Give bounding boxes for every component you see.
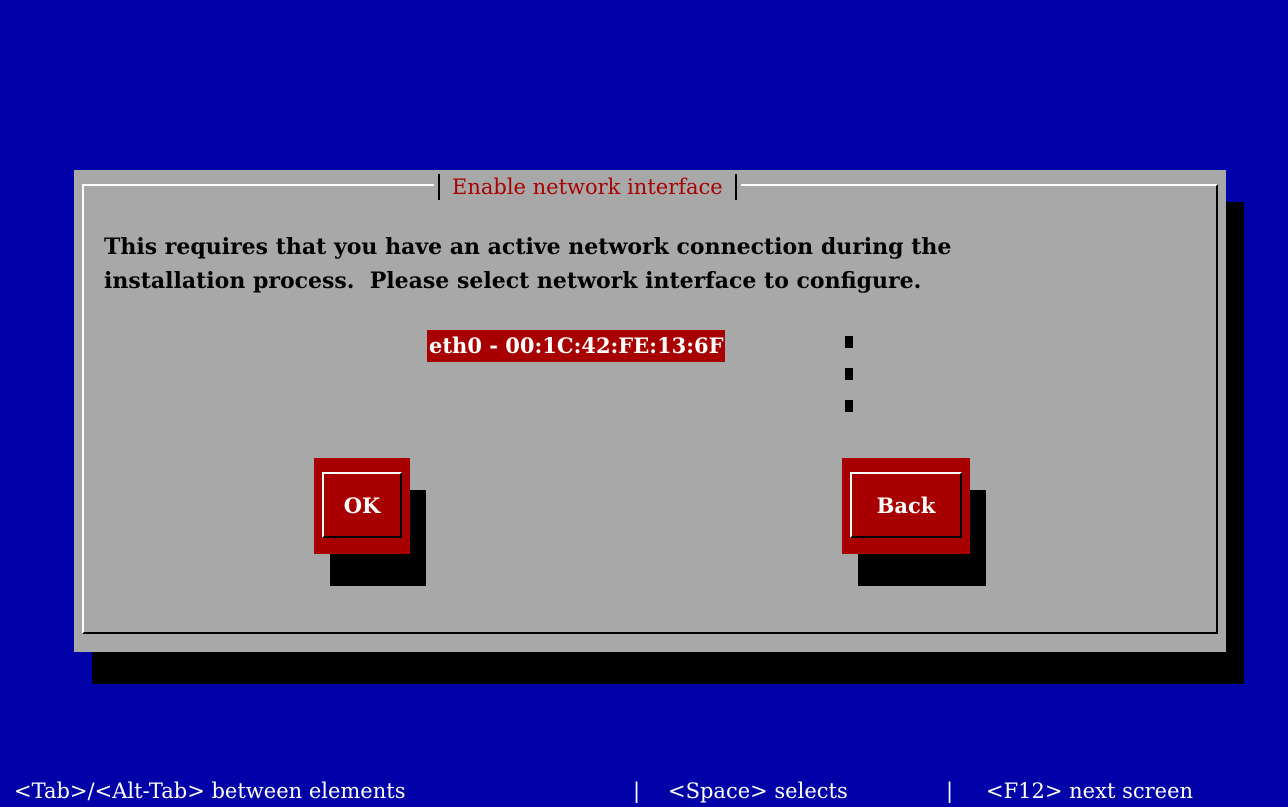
listbox-scrollbar[interactable] <box>845 336 853 426</box>
footer-hint-tab: <Tab>/<Alt-Tab> between elements <box>14 779 406 803</box>
dialog-message: This requires that you have an active ne… <box>104 230 1204 298</box>
network-interface-dialog: Enable network interface This requires t… <box>74 170 1226 652</box>
interface-listbox[interactable]: eth0 - 00:1C:42:FE:13:6F <box>427 330 857 430</box>
scrollbar-dot <box>845 400 853 412</box>
interface-item-eth0[interactable]: eth0 - 00:1C:42:FE:13:6F <box>427 330 726 362</box>
footer-separator-2: | <box>946 779 954 803</box>
message-line-1: This requires that you have an active ne… <box>104 234 952 260</box>
ok-button[interactable]: OK <box>314 458 410 554</box>
ok-button-label: OK <box>322 472 402 538</box>
footer-hint-space: <Space> selects <box>668 779 848 803</box>
footer-hint-f12: <F12> next screen <box>986 779 1194 803</box>
scrollbar-dot <box>845 368 853 380</box>
help-footer: <Tab>/<Alt-Tab> between elements | <Spac… <box>0 776 1288 807</box>
message-line-2: installation process. Please select netw… <box>104 268 922 294</box>
installer-screen: { "dialog": { "title": "Enable network i… <box>0 0 1288 807</box>
title-right-divider <box>734 174 737 200</box>
scrollbar-dot <box>845 336 853 348</box>
back-button[interactable]: Back <box>842 458 970 554</box>
dialog-title: Enable network interface <box>452 175 723 199</box>
dialog-title-bar: Enable network interface <box>434 172 741 202</box>
back-button-label: Back <box>850 472 962 538</box>
footer-separator-1: | <box>633 779 641 803</box>
